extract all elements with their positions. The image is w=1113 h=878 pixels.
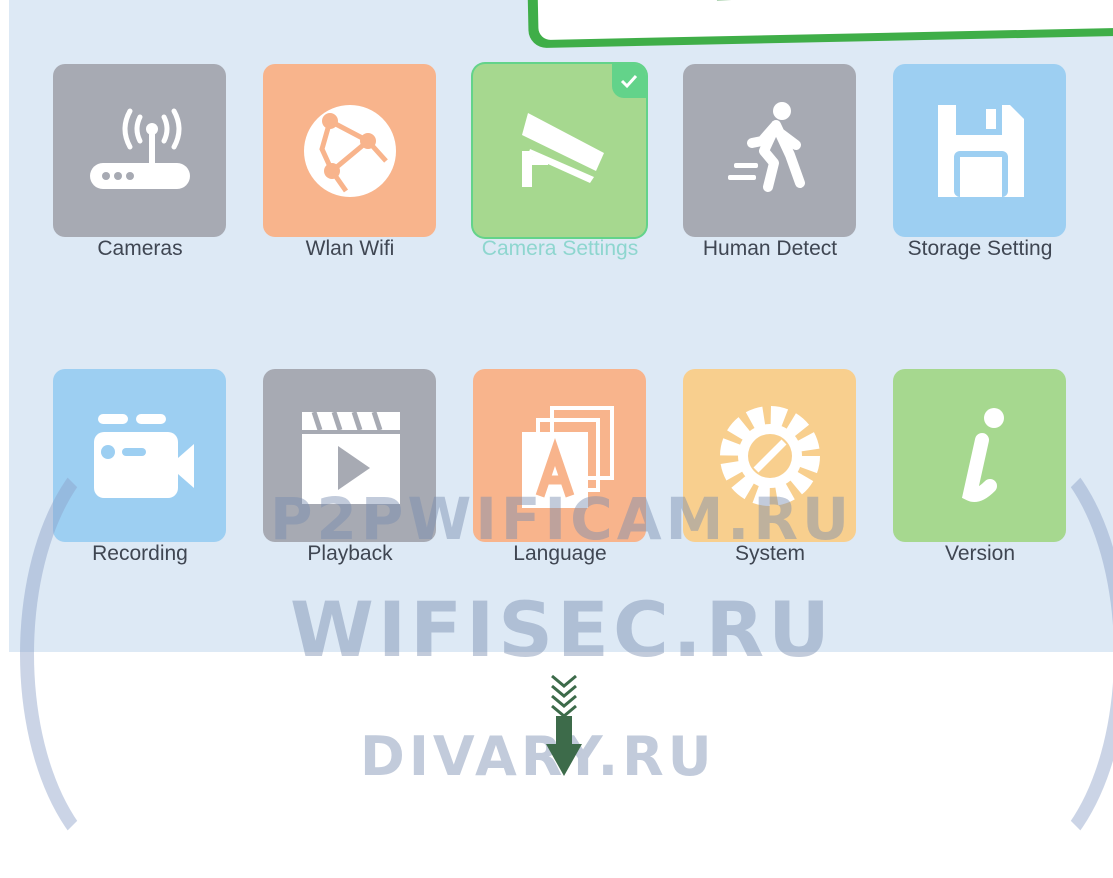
menu-label-cameras: Cameras: [97, 237, 183, 260]
menu-tile-human-detect[interactable]: [683, 64, 856, 237]
menu-tile-camera-settings[interactable]: [473, 64, 646, 237]
watermark-divary: DIVARY.RU: [360, 725, 716, 788]
router-icon: [89, 108, 190, 189]
watermark-p2pwificam: P2PWIFICAM.RU: [270, 485, 854, 553]
menu-label-camera-settings: Camera Settings: [481, 237, 639, 260]
menu-label-human-detect: Human Detect: [702, 237, 838, 260]
walking-person-icon: [727, 101, 805, 192]
menu-tile-cameras[interactable]: [53, 64, 226, 237]
globe-network-icon: [303, 104, 396, 197]
menu-label-storage-setting: Storage Setting: [907, 237, 1053, 260]
menu-tile-storage-setting[interactable]: [893, 64, 1066, 237]
watermark-arc-right: [880, 430, 1113, 878]
menu-label-wlan-wifi: Wlan Wifi: [305, 237, 395, 260]
selected-check-icon: [612, 64, 646, 98]
banner-text: RELEASE: [715, 0, 945, 11]
watermark-arc-left: [20, 430, 268, 878]
menu-tile-wlan-wifi[interactable]: [263, 64, 436, 237]
cctv-camera-icon: [521, 112, 604, 187]
floppy-disk-icon: [937, 104, 1024, 197]
down-arrow-icon: [546, 674, 582, 776]
watermark-wifisec: WIFISEC.RU: [290, 585, 834, 674]
